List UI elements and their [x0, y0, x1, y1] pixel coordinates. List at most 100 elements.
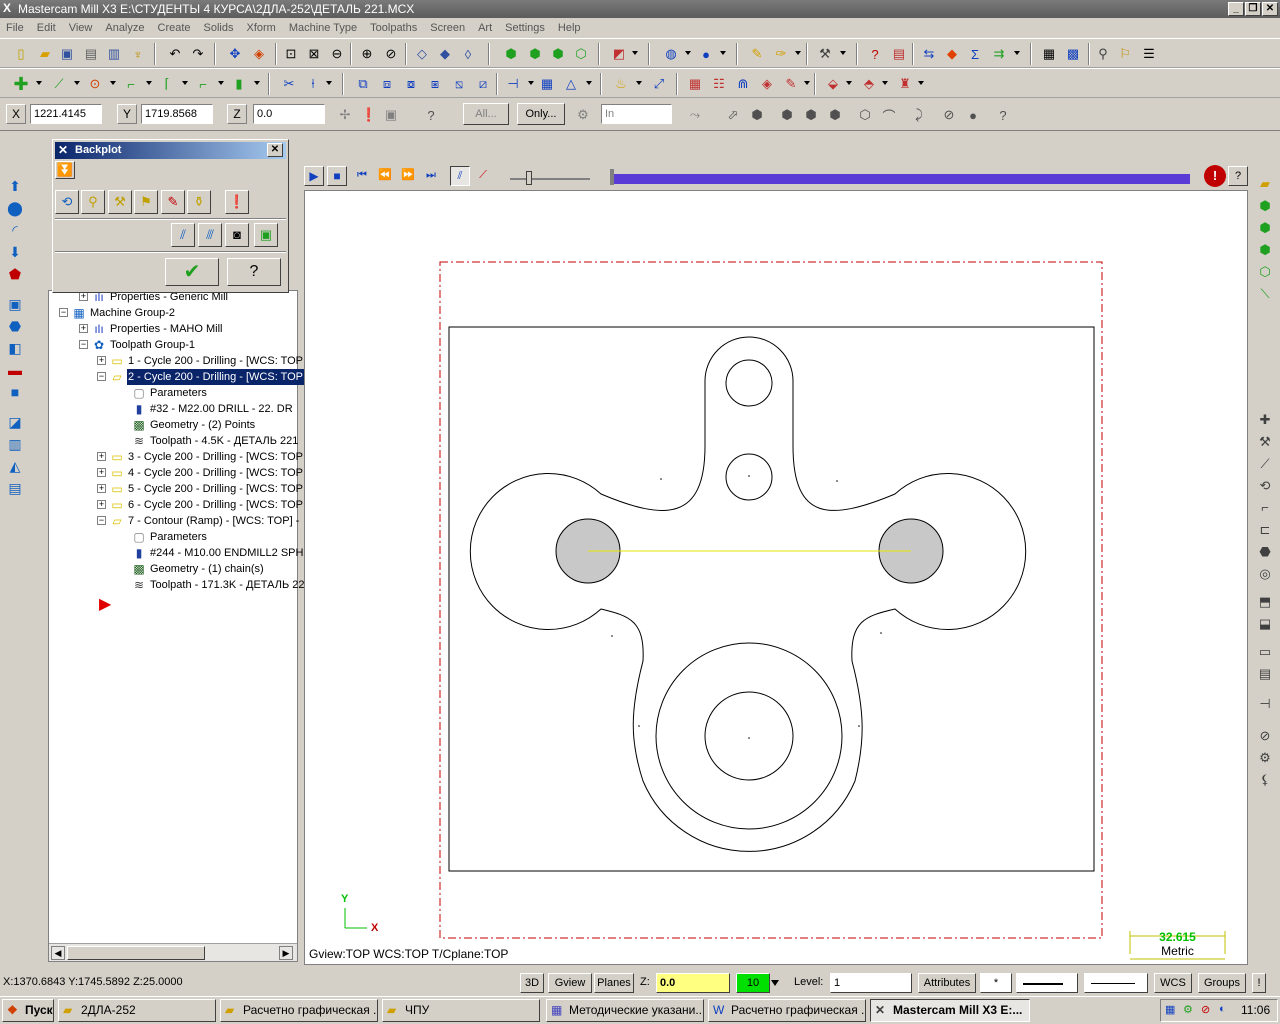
tree-row-label[interactable]: 4 - Cycle 200 - Drilling - [WCS: TOP: [127, 465, 304, 481]
display-tool-icon[interactable]: ⟲: [55, 190, 79, 214]
revolve-icon[interactable]: ⬣: [6, 318, 24, 336]
config-icon[interactable]: ▦: [1038, 43, 1060, 65]
collapse-icon[interactable]: −: [59, 308, 68, 317]
undo-icon[interactable]: ↶: [164, 43, 186, 65]
sphere-icon[interactable]: ●: [695, 43, 717, 65]
speed-slider-thumb[interactable]: [526, 171, 532, 185]
taskbar-item[interactable]: ▦ Методические указани...: [546, 999, 704, 1022]
graphics-viewport[interactable]: Y X Gview:TOP WCS:TOP T/Cplane:TOP 32.61…: [304, 190, 1248, 965]
view-top-icon[interactable]: ⬢: [1256, 198, 1274, 216]
stop-warning-icon[interactable]: !: [1204, 165, 1226, 187]
minimize-button[interactable]: _: [1228, 2, 1244, 16]
tree-row[interactable]: − ▦ Machine Group-2: [49, 305, 295, 321]
autocursor-icon[interactable]: ❗: [358, 104, 380, 126]
tray-network-icon[interactable]: ⚙: [1183, 1003, 1193, 1016]
z-coord-input[interactable]: 0.0: [253, 104, 325, 124]
tree-row[interactable]: ≋ Toolpath - 4.5K - ДЕТАЛЬ 221: [49, 433, 298, 449]
fit-icon[interactable]: ◈: [248, 43, 270, 65]
expand-icon[interactable]: ⏬: [55, 161, 75, 179]
tree-row[interactable]: + ▭ 5 - Cycle 200 - Drilling - [WCS: TOP: [49, 481, 303, 497]
post-icon[interactable]: ⇆: [918, 43, 940, 65]
dimension-icon[interactable]: ⤢: [648, 73, 670, 95]
hidden-line-icon[interactable]: ◆: [434, 43, 456, 65]
scale-icon[interactable]: ⧆: [424, 73, 446, 95]
save-icon[interactable]: ▣: [56, 43, 78, 65]
trace-mode-icon[interactable]: ⫽: [450, 166, 470, 186]
expand-icon[interactable]: +: [97, 484, 106, 493]
scroll-thumb[interactable]: [67, 946, 205, 960]
tool-manager-icon[interactable]: ⚲: [1092, 43, 1114, 65]
analyze-icon[interactable]: ✑: [770, 43, 792, 65]
point-style-select[interactable]: *: [980, 973, 1012, 993]
level-input[interactable]: 1: [830, 973, 912, 993]
translate-icon[interactable]: ⧉: [352, 73, 374, 95]
expand-icon[interactable]: +: [97, 356, 106, 365]
tree-row[interactable]: − ▱ 7 - Contour (Ramp) - [WCS: TOP] -: [49, 513, 299, 529]
pan-icon[interactable]: ✥: [224, 43, 246, 65]
point-icon[interactable]: ✚: [10, 73, 32, 95]
top-view-icon[interactable]: ⬆: [6, 178, 24, 196]
toolpath-display-icon[interactable]: ⫽: [171, 223, 195, 247]
clean-icon[interactable]: ♆: [127, 43, 149, 65]
tree-row-label[interactable]: Geometry - (2) Points: [149, 417, 256, 433]
tree-row[interactable]: ≋ Toolpath - 171.3K - ДЕТАЛЬ 22: [49, 577, 304, 593]
tree-row[interactable]: ▩ Geometry - (2) Points: [49, 417, 295, 433]
expand-icon[interactable]: +: [97, 452, 106, 461]
play-icon[interactable]: ▶: [304, 166, 324, 186]
redo-icon[interactable]: ↷: [187, 43, 209, 65]
display-rapid-icon[interactable]: ⚒: [108, 190, 132, 214]
tree-row-label[interactable]: Geometry - (1) chain(s): [149, 561, 265, 577]
mill-op-9-icon[interactable]: ⬒: [1256, 594, 1274, 612]
quick-verify-icon[interactable]: ✎: [161, 190, 185, 214]
rectangle-icon[interactable]: ⌐: [192, 73, 214, 95]
stretch-icon[interactable]: ⊣: [502, 73, 524, 95]
tray-volume-icon[interactable]: ◐: [1219, 1003, 1226, 1015]
taskbar-item-active[interactable]: ✕ Mastercam Mill X3 E:...: [870, 999, 1030, 1022]
y-coord-label[interactable]: Y: [117, 104, 137, 124]
menu-analyze[interactable]: Analyze: [105, 22, 144, 34]
table-icon[interactable]: ☷: [708, 73, 730, 95]
mill-op-11-icon[interactable]: ▭: [1256, 644, 1274, 662]
tree-row-label[interactable]: #32 - M22.00 DRILL - 22. DR: [149, 401, 294, 417]
tree-row-label[interactable]: Toolpath - 171.3K - ДЕТАЛЬ 22: [149, 577, 305, 593]
polygon-select-icon[interactable]: ⬢: [746, 104, 768, 126]
display-endpoints-icon[interactable]: ⚑: [134, 190, 158, 214]
verify-icon[interactable]: ◆: [941, 43, 963, 65]
start-button[interactable]: ❖ Пуск: [2, 999, 54, 1022]
zoom-selected-icon[interactable]: ⊕: [356, 43, 378, 65]
taskbar-item[interactable]: ▰ 2ДЛА-252: [58, 999, 216, 1022]
area-select-icon[interactable]: ⬢: [824, 104, 846, 126]
help-toolpath-icon[interactable]: ?: [864, 43, 886, 65]
menu-settings[interactable]: Settings: [505, 22, 545, 34]
x-coord-input[interactable]: 1221.4145: [30, 104, 102, 124]
color-dropdown-icon[interactable]: [771, 980, 779, 986]
display-holder-icon[interactable]: ⚲: [81, 190, 105, 214]
insert-arrow-icon[interactable]: ▶: [99, 594, 111, 614]
taskbar-item[interactable]: W Расчетно графическая ...: [708, 999, 866, 1022]
z-depth-input[interactable]: 0.0: [656, 973, 730, 993]
mill-op-15-icon[interactable]: ⚙: [1256, 750, 1274, 768]
solid-side-icon[interactable]: ⬢: [547, 43, 569, 65]
menu-machine-type[interactable]: Machine Type: [289, 22, 357, 34]
gview-button[interactable]: Gview: [548, 973, 592, 993]
tree-row-label[interactable]: 6 - Cycle 200 - Drilling - [WCS: TOP: [127, 497, 304, 513]
mirror-icon[interactable]: ⧇: [400, 73, 422, 95]
help-icon[interactable]: ?: [420, 104, 442, 126]
stop-icon[interactable]: ■: [327, 166, 347, 186]
tree-row[interactable]: + ▭ 1 - Cycle 200 - Drilling - [WCS: TOP: [49, 353, 303, 369]
tree-row-label[interactable]: Properties - MAHO Mill: [109, 321, 223, 337]
toolpath-all-icon[interactable]: ⫻: [198, 223, 222, 247]
display-mode-icon[interactable]: ⟋: [473, 166, 493, 186]
sum-icon[interactable]: Σ: [964, 43, 986, 65]
menu-help[interactable]: Help: [558, 22, 581, 34]
line-icon[interactable]: ⟋: [48, 73, 70, 95]
scroll-left-icon[interactable]: ◀: [51, 946, 65, 960]
mill-op-1-icon[interactable]: ✚: [1256, 412, 1274, 430]
light-icon[interactable]: ♨: [610, 73, 632, 95]
new-file-icon[interactable]: ▯: [10, 43, 32, 65]
select-all-button[interactable]: All...: [463, 103, 509, 125]
expand-icon[interactable]: +: [97, 468, 106, 477]
tree-row-label[interactable]: Parameters: [149, 385, 208, 401]
3d-button[interactable]: 3D: [520, 973, 544, 993]
tree-row-label[interactable]: Parameters: [149, 529, 208, 545]
